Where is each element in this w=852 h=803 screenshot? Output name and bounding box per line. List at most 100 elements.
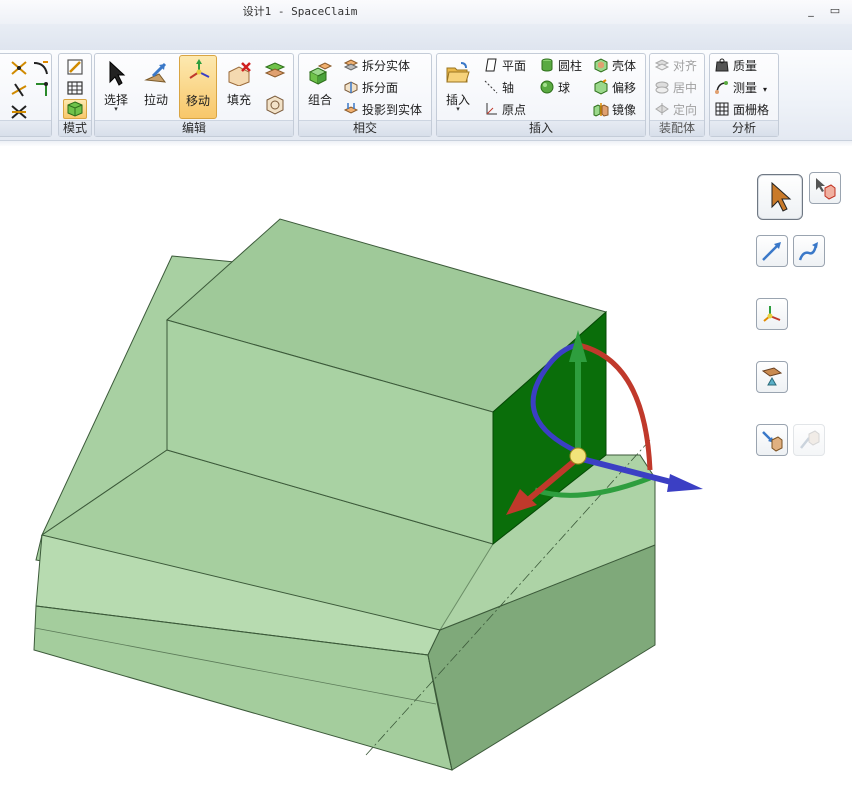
mass-label: 质量 <box>733 59 758 73</box>
move-button[interactable]: 移动 <box>179 55 217 119</box>
orient-button[interactable]: 定向 <box>654 100 697 120</box>
maximize-button[interactable]: ▭ <box>826 3 844 19</box>
align-label: 对齐 <box>673 59 698 73</box>
up-to-icon <box>762 431 783 452</box>
split-face-icon <box>344 81 358 94</box>
cylinder-button[interactable]: 圆柱 <box>539 56 582 76</box>
ruler-dimension-button[interactable] <box>756 361 788 393</box>
intersect-tool-icon[interactable] <box>9 102 29 122</box>
plane-button[interactable]: 平面 <box>483 56 526 76</box>
intersect-group: 组合 拆分实体 拆分面 投影到实体 相交 <box>298 53 432 137</box>
offset-label: 偏移 <box>612 81 637 95</box>
combine-button[interactable]: 组合 <box>302 58 338 118</box>
move-along-line-icon <box>762 242 781 261</box>
mass-button[interactable]: 质量 <box>714 56 757 76</box>
sketch-group-label <box>0 120 51 136</box>
pull-icon <box>144 62 167 83</box>
line-tool-icon[interactable] <box>9 58 29 78</box>
move-icon <box>189 59 210 79</box>
insert-button[interactable]: 插入 ▾ <box>440 58 476 118</box>
cylinder-label: 圆柱 <box>558 59 583 73</box>
axis-icon <box>484 80 498 94</box>
pivot-button[interactable] <box>793 424 825 456</box>
ribbon-tab-strip <box>0 24 852 51</box>
align-button[interactable]: 对齐 <box>654 56 697 76</box>
mirror-button[interactable]: 镜像 <box>593 100 636 120</box>
face-mesh-button[interactable]: 面栅格 <box>714 100 769 120</box>
intersect-group-label: 相交 <box>299 120 431 136</box>
folder-icon <box>446 62 470 83</box>
orient-label: 定向 <box>673 103 698 117</box>
3d-mode-button[interactable] <box>63 99 87 119</box>
measure-button[interactable]: 测量 ▾ <box>714 78 767 98</box>
offset-button[interactable]: 偏移 <box>593 78 636 98</box>
select-component-icon <box>816 178 836 200</box>
move-anchor-icon[interactable] <box>569 447 587 465</box>
project-icon <box>343 103 359 114</box>
project-label: 投影到实体 <box>362 103 423 117</box>
shell-icon <box>594 58 608 73</box>
select-component-button[interactable] <box>809 172 841 204</box>
select-tool-button[interactable] <box>757 174 803 220</box>
axis-label: 轴 <box>502 81 515 95</box>
pivot-icon <box>800 430 820 449</box>
analysis-group-label: 分析 <box>710 120 778 136</box>
tweak-face-icon[interactable] <box>263 92 287 116</box>
corner-tool-icon[interactable] <box>31 80 51 100</box>
combine-icon <box>308 62 333 85</box>
origin-label: 原点 <box>502 103 527 117</box>
split-body-icon <box>343 59 359 71</box>
replace-icon[interactable] <box>263 59 287 83</box>
fill-icon <box>228 62 251 86</box>
orient-icon <box>655 103 669 115</box>
sphere-label: 球 <box>558 81 571 95</box>
title-bar: 设计1 - SpaceClaim _ ▭ <box>0 0 852 24</box>
pull-label: 拉动 <box>143 93 168 107</box>
fill-label: 填充 <box>226 93 251 107</box>
mass-icon <box>715 58 729 72</box>
mode-group-label: 模式 <box>59 120 91 136</box>
plane-icon <box>485 58 497 72</box>
move-label: 移动 <box>185 94 210 108</box>
select-dropdown-icon[interactable]: ▾ <box>98 105 134 113</box>
move-arrow-z-icon[interactable] <box>667 474 703 492</box>
origin-button[interactable]: 原点 <box>483 100 526 120</box>
model-canvas[interactable] <box>0 146 852 803</box>
pull-button[interactable]: 拉动 <box>138 58 174 118</box>
measure-dropdown-icon[interactable]: ▾ <box>763 85 767 94</box>
sketch-mode-icon[interactable] <box>65 57 85 77</box>
ruler-dimension-icon <box>761 367 783 386</box>
minimize-button[interactable]: _ <box>802 3 820 19</box>
select-tool-icon <box>771 181 792 212</box>
measure-icon <box>715 81 728 94</box>
insert-dropdown-icon[interactable]: ▾ <box>440 105 476 113</box>
trim-tool-icon[interactable] <box>9 80 29 100</box>
project-to-body-button[interactable]: 投影到实体 <box>343 100 422 120</box>
measure-label: 测量 <box>733 81 758 95</box>
mirror-label: 镜像 <box>612 103 637 117</box>
align-icon <box>654 59 670 71</box>
sphere-button[interactable]: 球 <box>539 78 570 98</box>
up-to-button[interactable] <box>756 424 788 456</box>
shell-button[interactable]: 壳体 <box>593 56 636 76</box>
fillet-tool-icon[interactable] <box>31 58 51 78</box>
move-along-path-button[interactable] <box>793 235 825 267</box>
select-button[interactable]: 选择 ▾ <box>98 58 134 118</box>
design-viewport[interactable] <box>0 146 852 803</box>
move-along-line-button[interactable] <box>756 235 788 267</box>
center-button[interactable]: 居中 <box>654 78 697 98</box>
split-face-label: 拆分面 <box>362 81 399 95</box>
window-title: 设计1 - SpaceClaim <box>242 5 358 18</box>
split-face-button[interactable]: 拆分面 <box>343 78 398 98</box>
cube-icon <box>67 101 83 117</box>
section-mode-icon[interactable] <box>65 78 85 98</box>
split-body-button[interactable]: 拆分实体 <box>343 56 410 76</box>
mirror-icon <box>593 103 609 117</box>
axis-button[interactable]: 轴 <box>483 78 514 98</box>
fill-button[interactable]: 填充 <box>221 58 257 118</box>
center-label: 居中 <box>673 81 698 95</box>
shell-label: 壳体 <box>612 59 637 73</box>
anchor-button[interactable] <box>756 298 788 330</box>
sphere-icon <box>540 80 554 94</box>
assembly-group: 对齐 居中 定向 装配体 <box>649 53 705 137</box>
